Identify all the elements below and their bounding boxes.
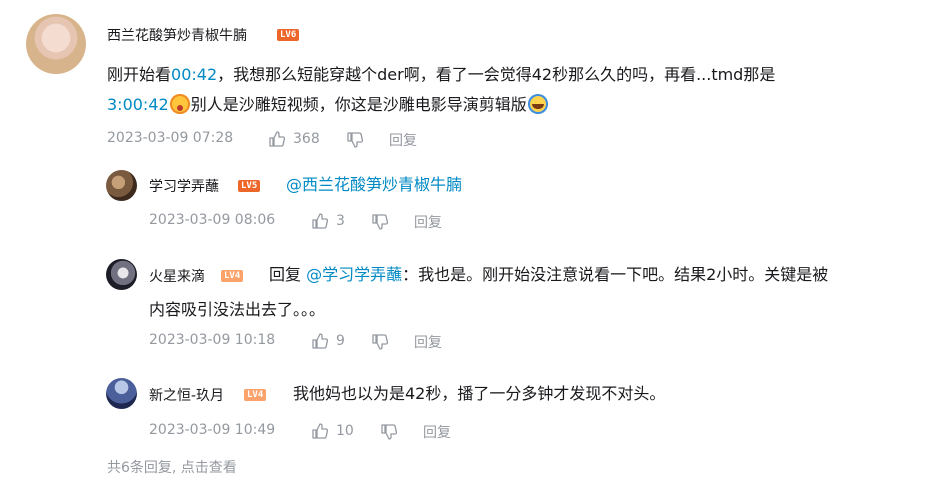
thumbs-down-icon — [381, 424, 398, 440]
like-count: 368 — [293, 131, 320, 147]
level-badge: LV4 — [244, 389, 267, 401]
dislike-button[interactable] — [346, 131, 364, 149]
thumbs-down-icon — [347, 132, 364, 148]
comment-date: 2023-03-09 08:06 — [149, 212, 276, 228]
dislike-button[interactable] — [380, 423, 398, 441]
username[interactable]: 西兰花酸笋炒青椒牛腩 — [107, 25, 247, 45]
thumbs-down-icon — [372, 334, 389, 350]
reply-button[interactable]: 回复 — [414, 212, 442, 232]
comment-text: 回复 @学习学弄蘸：我也是。刚开始没注意说看一下吧。结果2小时。关键是被 — [269, 260, 929, 290]
username[interactable]: 学习学弄蘸 — [149, 176, 219, 196]
comment-text-part: 刚开始看 — [107, 65, 172, 84]
level-badge: LV4 — [221, 270, 244, 282]
thumbs-up-icon — [312, 213, 329, 229]
comment-text: 刚开始看00:42，我想那么短能穿越个der啊，看了一会觉得42秒那么久的吗，再… — [107, 60, 927, 120]
comment-text-part: 内容吸引没法出去了。。。 — [149, 300, 326, 319]
avatar[interactable] — [106, 170, 137, 201]
comment-text: 我他妈也以为是42秒，播了一分多钟才发现不对头。 — [293, 384, 666, 403]
like-count: 10 — [336, 423, 354, 439]
avatar[interactable] — [26, 14, 86, 74]
like-count: 9 — [336, 333, 345, 349]
view-more-replies-link[interactable]: 共6条回复, 点击查看 — [107, 457, 237, 477]
comment-date: 2023-03-09 10:49 — [149, 422, 276, 438]
comment-text-part: ：我也是。刚开始没注意说看一下吧。结果2小时。关键是被 — [402, 265, 829, 284]
mention-link[interactable]: @学习学弄蘸 — [306, 265, 402, 284]
thumbs-up-icon — [269, 131, 286, 147]
shocked-emoji-icon — [169, 94, 190, 114]
reply-button[interactable]: 回复 — [423, 422, 451, 442]
reply-button[interactable]: 回复 — [389, 130, 417, 150]
timestamp-link[interactable]: 3:00:42 — [107, 95, 169, 114]
comment-text-part: 别人是沙雕短视频，你这是沙雕电影导演剪辑版 — [190, 95, 527, 114]
dislike-button[interactable] — [371, 333, 389, 351]
like-button[interactable]: 9 — [311, 332, 345, 350]
reply-button[interactable]: 回复 — [414, 332, 442, 352]
level-badge: LV6 — [277, 29, 300, 41]
comment-date: 2023-03-09 10:18 — [149, 332, 276, 348]
dislike-button[interactable] — [371, 213, 389, 231]
timestamp-link[interactable]: 00:42 — [171, 65, 217, 84]
mention-link[interactable]: @西兰花酸笋炒青椒牛腩 — [286, 170, 462, 200]
avatar[interactable] — [106, 259, 137, 290]
like-button[interactable]: 10 — [311, 422, 354, 440]
like-count: 3 — [336, 213, 345, 229]
comment-text-part: ，我想那么短能穿越个der啊，看了一会觉得42秒那么久的吗，再看...tmd那是 — [217, 65, 776, 84]
reply-prefix: 回复 — [269, 265, 302, 284]
username[interactable]: 火星来滴 — [149, 266, 205, 286]
level-badge: LV5 — [238, 180, 261, 192]
like-button[interactable]: 3 — [311, 212, 345, 230]
like-button[interactable]: 368 — [268, 130, 320, 148]
avatar[interactable] — [106, 378, 137, 409]
thumbs-up-icon — [312, 423, 329, 439]
comment-date: 2023-03-09 07:28 — [107, 130, 234, 146]
thumbs-up-icon — [312, 333, 329, 349]
thumbs-down-icon — [372, 214, 389, 230]
username[interactable]: 新之恒-玖月 — [149, 385, 224, 405]
laughing-emoji-icon — [527, 94, 548, 114]
